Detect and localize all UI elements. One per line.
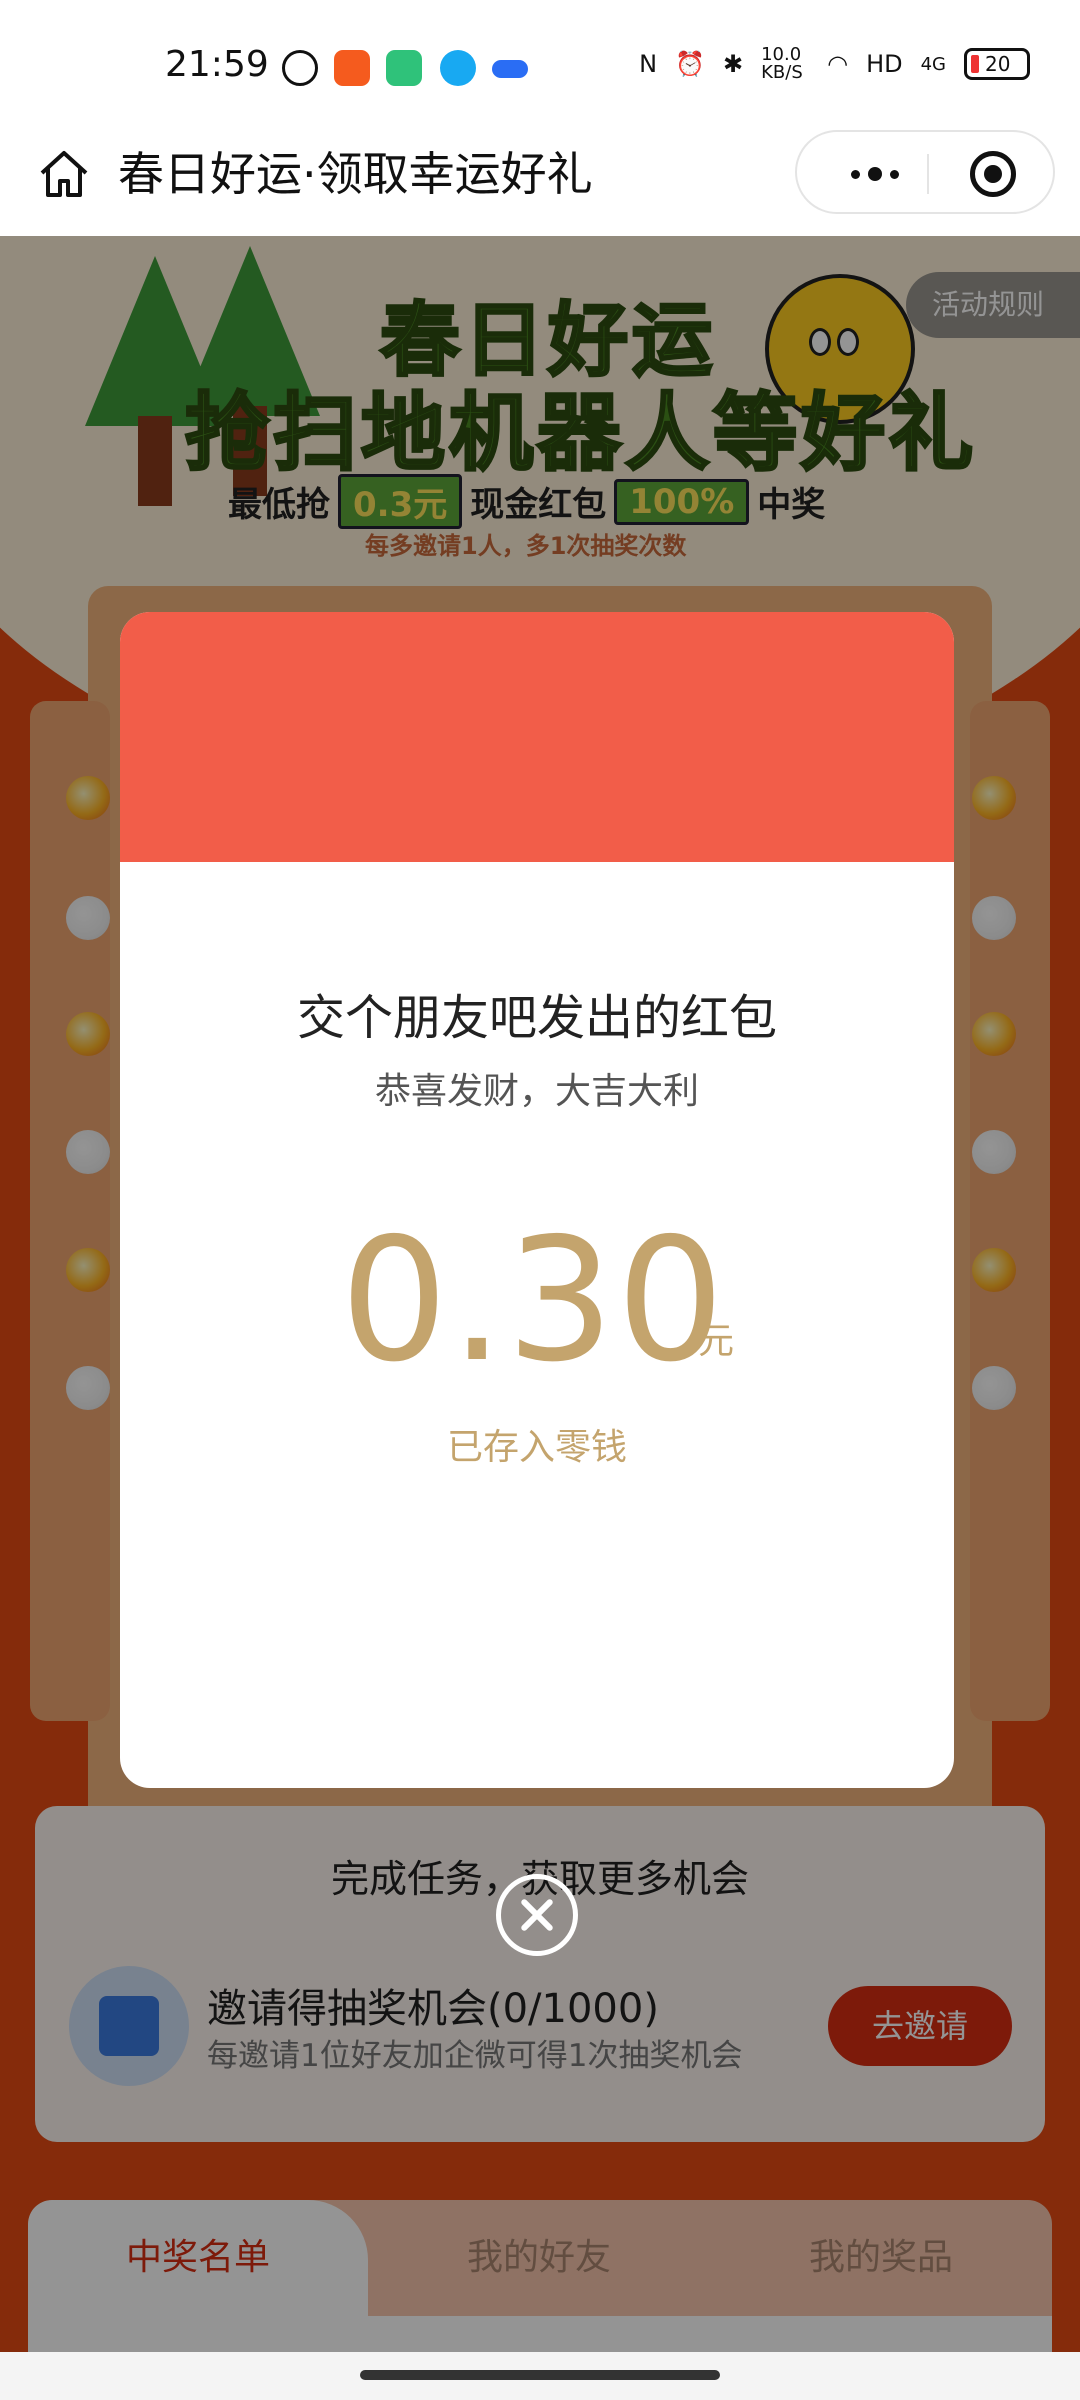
home-indicator[interactable] xyxy=(360,2370,720,2380)
red-packet-amount: 0.30 xyxy=(340,1202,727,1400)
status-time: 21:59 xyxy=(165,44,269,85)
battery-level: 20 xyxy=(985,52,1011,76)
alarm-icon: ⏰ xyxy=(675,50,705,78)
hd-icon: HD xyxy=(866,50,903,78)
target-icon[interactable] xyxy=(970,151,1016,197)
app-icon-green xyxy=(386,50,422,86)
more-dots-icon[interactable] xyxy=(835,156,915,192)
red-packet-status: 已存入零钱 xyxy=(446,1427,627,1468)
network-speed: 10.0 KB/S xyxy=(761,44,803,83)
wifi-icon: ◠ xyxy=(827,50,849,78)
bluetooth-icon: ✱ xyxy=(723,50,744,78)
amount-unit: 元 xyxy=(698,1321,735,1362)
red-packet-sender: 交个朋友吧发出的红包 xyxy=(296,990,777,1046)
status-bar: 21:59 N ⏰ ✱ 10.0 KB/S ◠ HD 4G 20 xyxy=(0,0,1080,130)
wechat-icon xyxy=(282,50,318,86)
battery-icon: 20 xyxy=(964,48,1030,80)
red-packet-blessing: 恭喜发财，大吉大利 xyxy=(374,1071,699,1112)
nfc-icon: N xyxy=(639,50,658,78)
red-packet-modal: 交个朋友吧发出的红包 恭喜发财，大吉大利 0.30 元 已存入零钱 xyxy=(120,612,954,1788)
qq-icon xyxy=(440,50,476,86)
capsule-divider xyxy=(927,154,929,194)
close-icon[interactable] xyxy=(496,1874,578,1956)
modal-header xyxy=(120,612,954,862)
app-icon-blue xyxy=(492,60,528,78)
page-title: 春日好运·领取幸运好礼 xyxy=(118,147,593,201)
app-icon-orange xyxy=(334,50,370,86)
signal-label: 4G xyxy=(920,53,946,75)
home-icon[interactable] xyxy=(36,145,92,201)
miniprogram-capsule xyxy=(795,130,1055,214)
nav-bar: 春日好运·领取幸运好礼 xyxy=(0,130,1080,236)
